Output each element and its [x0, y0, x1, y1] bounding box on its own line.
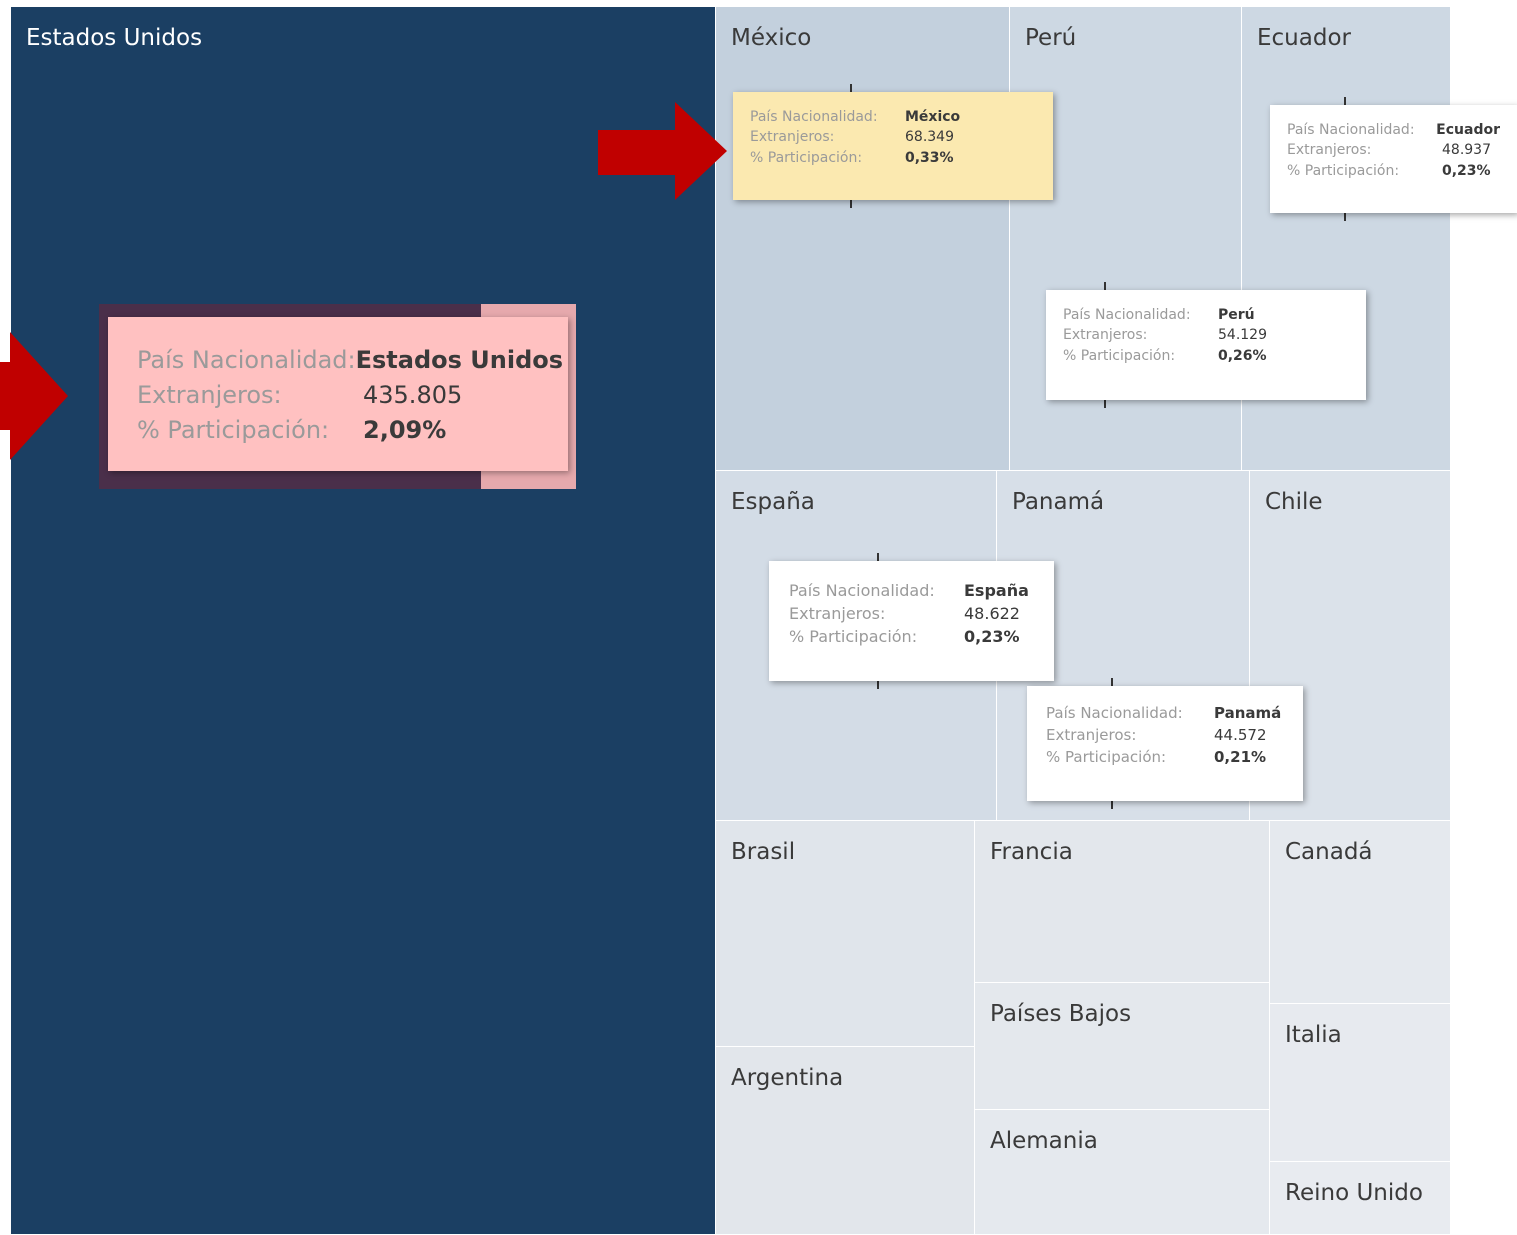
tooltip-foreigners-row: Extranjeros: 68.349: [750, 127, 1036, 147]
tooltip-key: % Participación:: [789, 627, 918, 647]
treemap-cell-label: Canadá: [1285, 839, 1373, 865]
tooltip-share-row: % Participación: 0,26%: [1063, 346, 1349, 366]
tooltip-pointer-tick: [1104, 282, 1106, 290]
tooltip-mexico: País Nacionalidad: México Extranjeros: 68.3…: [733, 92, 1053, 200]
treemap-cell-label: Alemania: [990, 1128, 1098, 1154]
tooltip-value: 48.937: [1442, 142, 1491, 159]
tooltip-value: 68.349: [905, 129, 954, 146]
tooltip-value: Perú: [1218, 307, 1255, 323]
tooltip-value: España: [964, 581, 1029, 600]
tooltip-pointer-tick: [877, 681, 879, 689]
tooltip-key: País Nacionalidad:: [1063, 307, 1191, 323]
treemap-cell-label: México: [731, 25, 812, 51]
tooltip-value: Estados Unidos: [355, 346, 564, 374]
tooltip-country-row: País Nacionalidad: Perú: [1063, 305, 1349, 325]
treemap-cell-estados-unidos[interactable]: Estados Unidos: [10, 6, 716, 1235]
tooltip-key: País Nacionalidad:: [750, 109, 878, 125]
tooltip-panama: País Nacionalidad: Panamá Extranjeros: 44.5…: [1027, 686, 1303, 801]
treemap-cell-francia[interactable]: Francia: [974, 820, 1270, 983]
tooltip-value: México: [905, 109, 961, 125]
tooltip-key: País Nacionalidad:: [789, 581, 935, 600]
treemap-cell-label: Italia: [1285, 1022, 1342, 1048]
tooltip-key: % Participación:: [750, 149, 863, 166]
tooltip-key: Extranjeros:: [789, 604, 886, 624]
treemap-cell-label: Estados Unidos: [26, 25, 203, 51]
tooltip-value: Panamá: [1214, 704, 1282, 722]
tooltip-foreigners-row: Extranjeros: 54.129: [1063, 325, 1349, 345]
tooltip-value: 48.622: [964, 604, 1020, 624]
tooltip-country-row: País Nacionalidad: Estados Unidos: [137, 343, 563, 378]
treemap-cell-label: Países Bajos: [990, 1001, 1132, 1027]
tooltip-country-row: País Nacionalidad: España: [789, 579, 1034, 602]
tooltip-value: 0,23%: [964, 627, 1020, 647]
tooltip-value: 0,33%: [905, 149, 954, 166]
tooltip-pointer-tick: [850, 200, 852, 208]
treemap-cell-canada[interactable]: Canadá: [1269, 820, 1451, 1004]
tooltip-key: Extranjeros:: [1046, 725, 1137, 744]
treemap-cell-label: Francia: [990, 839, 1073, 865]
treemap-cell-label: Brasil: [731, 839, 796, 865]
tooltip-value: 0,23%: [1442, 162, 1491, 179]
treemap-cell-argentina[interactable]: Argentina: [715, 1046, 975, 1235]
tooltip-key: Extranjeros:: [750, 129, 835, 146]
tooltip-country-row: País Nacionalidad: México: [750, 107, 1036, 127]
tooltip-share-row: % Participación: 0,33%: [750, 148, 1036, 168]
treemap-cell-label: Ecuador: [1257, 25, 1351, 51]
tooltip-share-row: % Participación: 0,21%: [1046, 747, 1284, 769]
tooltip-share-row: % Participación: 2,09%: [137, 413, 539, 448]
treemap-cell-brasil[interactable]: Brasil: [715, 820, 975, 1047]
treemap-cell-label: España: [731, 489, 815, 515]
treemap-cell-label: Chile: [1265, 489, 1323, 515]
treemap-cell-label: Reino Unido: [1285, 1180, 1423, 1206]
tooltip-country-row: País Nacionalidad: Ecuador: [1287, 120, 1500, 140]
tooltip-key: País Nacionalidad:: [1287, 122, 1415, 138]
tooltip-key: % Participación:: [1063, 347, 1176, 364]
tooltip-key: Extranjeros:: [1287, 142, 1372, 159]
treemap-cell-mexico[interactable]: México: [715, 6, 1010, 471]
tooltip-value: 2,09%: [363, 415, 447, 444]
treemap-chart: Estados Unidos México Perú Ecuador España Pan…: [0, 0, 1517, 1235]
tooltip-share-row: % Participación: 0,23%: [1287, 161, 1500, 181]
treemap-cell-ecuador[interactable]: Ecuador: [1241, 6, 1451, 471]
treemap-cell-peru[interactable]: Perú: [1009, 6, 1242, 471]
treemap-cell-label: Panamá: [1012, 489, 1105, 515]
tooltip-pointer-tick: [1111, 801, 1113, 809]
tooltip-estados-unidos: País Nacionalidad: Estados Unidos Extranje…: [108, 317, 568, 471]
tooltip-value: 435.805: [363, 380, 463, 409]
tooltip-share-row: % Participación: 0,23%: [789, 625, 1034, 648]
tooltip-espana: País Nacionalidad: España Extranjeros: 48.6…: [769, 561, 1054, 681]
tooltip-ecuador: País Nacionalidad: Ecuador Extranjeros: 48.…: [1270, 105, 1517, 213]
tooltip-value: Ecuador: [1436, 122, 1500, 138]
tooltip-value: 0,21%: [1214, 747, 1267, 766]
tooltip-key: % Participación:: [137, 415, 330, 444]
tooltip-key: Extranjeros:: [137, 380, 282, 409]
tooltip-pointer-tick: [1104, 400, 1106, 408]
tooltip-value: 44.572: [1214, 725, 1267, 744]
tooltip-pointer-tick: [877, 553, 879, 561]
tooltip-country-row: País Nacionalidad: Panamá: [1046, 703, 1284, 725]
treemap-cell-paises-bajos[interactable]: Países Bajos: [974, 982, 1270, 1110]
tooltip-peru: País Nacionalidad: Perú Extranjeros: 54.129…: [1046, 290, 1366, 400]
treemap-cell-label: Perú: [1025, 25, 1077, 51]
tooltip-value: 54.129: [1218, 327, 1267, 344]
tooltip-value: 0,26%: [1218, 347, 1267, 364]
tooltip-foreigners-row: Extranjeros: 435.805: [137, 378, 539, 413]
tooltip-key: Extranjeros:: [1063, 327, 1148, 344]
tooltip-pointer-tick: [1111, 678, 1113, 686]
tooltip-key: % Participación:: [1046, 747, 1167, 766]
tooltip-pointer-tick: [1344, 213, 1346, 221]
treemap-cell-italia[interactable]: Italia: [1269, 1003, 1451, 1162]
tooltip-foreigners-row: Extranjeros: 48.622: [789, 602, 1034, 625]
treemap-cell-label: Argentina: [731, 1065, 844, 1091]
tooltip-foreigners-row: Extranjeros: 48.937: [1287, 140, 1500, 160]
tooltip-key: País Nacionalidad:: [137, 346, 356, 374]
treemap-cell-reino-unido[interactable]: Reino Unido: [1269, 1161, 1451, 1235]
treemap-cell-alemania[interactable]: Alemania: [974, 1109, 1270, 1235]
tooltip-pointer-tick: [850, 84, 852, 92]
tooltip-key: % Participación:: [1287, 162, 1400, 179]
tooltip-key: País Nacionalidad:: [1046, 704, 1183, 722]
tooltip-pointer-tick: [1344, 97, 1346, 105]
tooltip-foreigners-row: Extranjeros: 44.572: [1046, 725, 1284, 747]
